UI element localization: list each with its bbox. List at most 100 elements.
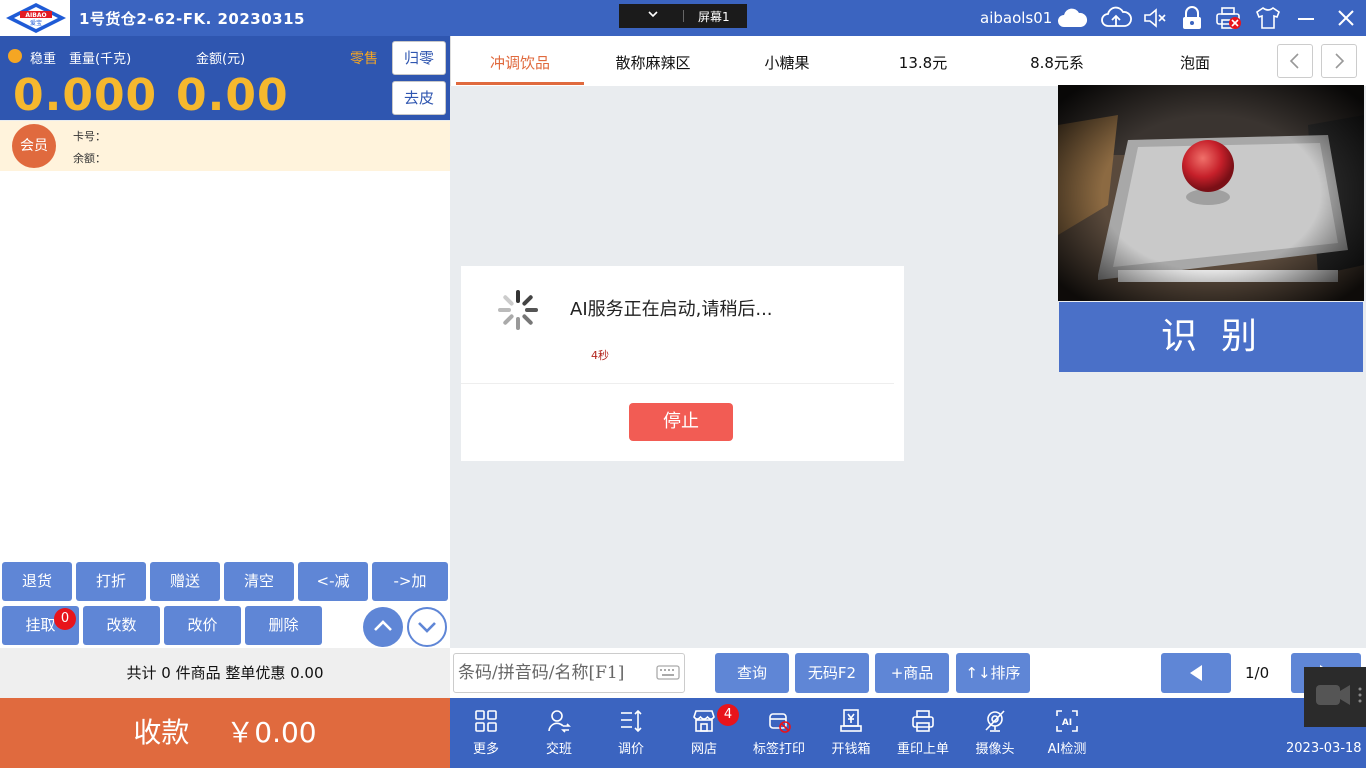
weight-label: 重量(千克) xyxy=(69,52,132,67)
ai-service-dialog: AI服务正在启动,请稍后... 4秒 停止 xyxy=(461,266,904,461)
logo-subtext: 爱宝 xyxy=(30,19,42,27)
user-switch-icon xyxy=(548,710,571,733)
zero-button[interactable]: 归零 xyxy=(392,41,446,75)
search-input[interactable]: 条码/拼音码/名称[F1] xyxy=(453,653,685,693)
grid-icon xyxy=(475,710,497,732)
delete-button[interactable]: 删除 xyxy=(245,606,322,645)
cloud-upload-icon[interactable] xyxy=(1100,6,1132,30)
close-icon[interactable] xyxy=(1334,6,1360,30)
scroll-down-button[interactable] xyxy=(407,607,447,647)
chevron-down-icon xyxy=(418,622,436,633)
order-summary: 共计 0 件商品 整单优惠 0.00 xyxy=(0,648,450,698)
ai-icon-text: AI xyxy=(1062,718,1072,728)
shift-tool-label: 交班 xyxy=(545,742,572,757)
gift-button[interactable]: 赠送 xyxy=(150,562,220,601)
tare-button[interactable]: 去皮 xyxy=(392,81,446,115)
clear-button[interactable]: 清空 xyxy=(224,562,294,601)
shift-tool[interactable]: 交班 xyxy=(524,708,594,757)
video-call-icon xyxy=(1316,685,1362,705)
chevron-up-icon xyxy=(374,620,392,631)
screen-selector[interactable]: 屏幕1 xyxy=(619,4,747,28)
tab-next-button[interactable] xyxy=(1321,44,1357,78)
more-tool[interactable]: 更多 xyxy=(451,708,521,757)
loading-spinner-icon xyxy=(498,290,538,330)
discount-button[interactable]: 打折 xyxy=(76,562,146,601)
camera-tool[interactable]: 摄像头 xyxy=(960,708,1030,757)
member-button[interactable]: 会员 xyxy=(12,124,56,168)
category-tabs: 冲调饮品 散称麻辣区 小糖果 13.8元 8.8元系 泡面 xyxy=(450,36,1366,86)
member-panel: 会员 卡号： 余额： xyxy=(0,121,450,171)
return-button[interactable]: 退货 xyxy=(2,562,72,601)
chevron-right-icon xyxy=(1335,53,1345,69)
price-adjust-tool[interactable]: 调价 xyxy=(596,708,666,757)
decrease-button[interactable]: <-减 xyxy=(298,562,368,601)
printer-error-icon[interactable] xyxy=(1215,6,1241,30)
shirt-icon[interactable] xyxy=(1254,6,1280,30)
ai-detect-tool-label: AI检测 xyxy=(1047,742,1087,757)
minimize-icon[interactable] xyxy=(1294,6,1320,30)
dialog-countdown: 4秒 xyxy=(591,349,609,362)
tab-category-3[interactable]: 小糖果 xyxy=(723,52,851,73)
scale-display: 稳重 重量(千克) 金额(元) 零售 0.000 0.00 归零 去皮 xyxy=(0,36,450,121)
floating-widget[interactable] xyxy=(1304,667,1366,727)
label-print-tool-label: 标签打印 xyxy=(752,742,805,757)
label-printer-icon xyxy=(769,713,791,733)
reprint-tool[interactable]: 重印上单 xyxy=(888,708,958,757)
change-qty-button[interactable]: 改数 xyxy=(83,606,160,645)
printer-icon xyxy=(912,710,934,732)
keyboard-icon xyxy=(656,665,680,680)
tab-category-5[interactable]: 8.8元系 xyxy=(993,52,1121,73)
triangle-left-icon xyxy=(1190,665,1202,681)
screen-selector-label: 屏幕1 xyxy=(698,10,730,24)
active-tab-underline xyxy=(456,82,584,85)
tab-category-1[interactable]: 冲调饮品 xyxy=(456,52,584,73)
reprint-tool-label: 重印上单 xyxy=(896,742,949,757)
current-date: 2023-03-18 xyxy=(1286,741,1362,756)
camera-preview xyxy=(1058,85,1364,301)
scroll-up-button[interactable] xyxy=(363,607,403,647)
tab-prev-button[interactable] xyxy=(1277,44,1313,78)
checkout-label: 收款 xyxy=(133,716,190,749)
chevron-left-icon xyxy=(1289,53,1299,69)
mode-label: 零售 xyxy=(350,51,378,67)
store-icon xyxy=(693,710,715,732)
web-store-tool-label: 网店 xyxy=(690,742,717,757)
increase-button[interactable]: ->加 xyxy=(372,562,448,601)
dialog-divider xyxy=(461,383,894,384)
identify-button[interactable]: 识别 xyxy=(1059,302,1363,372)
ai-detect-tool[interactable]: AI AI检测 xyxy=(1032,708,1102,757)
cloud-icon[interactable] xyxy=(1056,6,1088,30)
page-indicator: 1/0 xyxy=(1245,664,1270,682)
camera-tool-label: 摄像头 xyxy=(975,742,1015,757)
nocode-button[interactable]: 无码F2 xyxy=(795,653,869,693)
tab-category-4[interactable]: 13.8元 xyxy=(859,52,987,73)
query-button[interactable]: 查询 xyxy=(715,653,789,693)
divider xyxy=(683,10,684,22)
cash-drawer-tool-label: 开钱箱 xyxy=(831,742,871,757)
card-number-label: 卡号： xyxy=(73,130,106,143)
hold-count-badge: 0 xyxy=(54,608,76,630)
page-prev-button[interactable] xyxy=(1161,653,1231,693)
title-bar: AIBAO 爱宝 1号货仓2-62-FK. 20230315 屏幕1 aibao… xyxy=(0,0,1366,36)
stable-indicator-icon xyxy=(8,49,22,63)
amount-value: 0.00 xyxy=(176,70,289,121)
speaker-muted-icon[interactable] xyxy=(1142,6,1168,30)
tab-category-6[interactable]: 泡面 xyxy=(1131,52,1259,73)
sort-button[interactable]: ↑↓排序 xyxy=(956,653,1030,693)
tab-category-2[interactable]: 散称麻辣区 xyxy=(589,52,717,73)
change-price-button[interactable]: 改价 xyxy=(164,606,241,645)
add-product-button[interactable]: +商品 xyxy=(875,653,949,693)
cash-drawer-icon xyxy=(840,709,862,732)
app-title: 1号货仓2-62-FK. 20230315 xyxy=(79,10,305,28)
cash-drawer-tool[interactable]: 开钱箱 xyxy=(816,708,886,757)
checkout-amount: ￥0.00 xyxy=(226,716,317,749)
ai-scan-icon: AI xyxy=(1056,710,1078,732)
sort-lines-icon xyxy=(621,709,642,733)
lock-icon[interactable] xyxy=(1179,6,1205,30)
checkout-button[interactable]: 收款 ￥0.00 xyxy=(0,698,450,768)
web-store-badge: 4 xyxy=(717,704,739,726)
cart-action-panel: 退货 打折 赠送 清空 <-减 ->加 挂取 0 改数 改价 删除 xyxy=(0,560,450,650)
stop-button[interactable]: 停止 xyxy=(629,403,733,441)
label-print-tool[interactable]: 标签打印 xyxy=(744,708,814,757)
bottom-toolbar: 更多 交班 调价 网店 4 标签打印 开钱箱 重印上单 摄像头 AI AI检测 … xyxy=(450,698,1366,768)
